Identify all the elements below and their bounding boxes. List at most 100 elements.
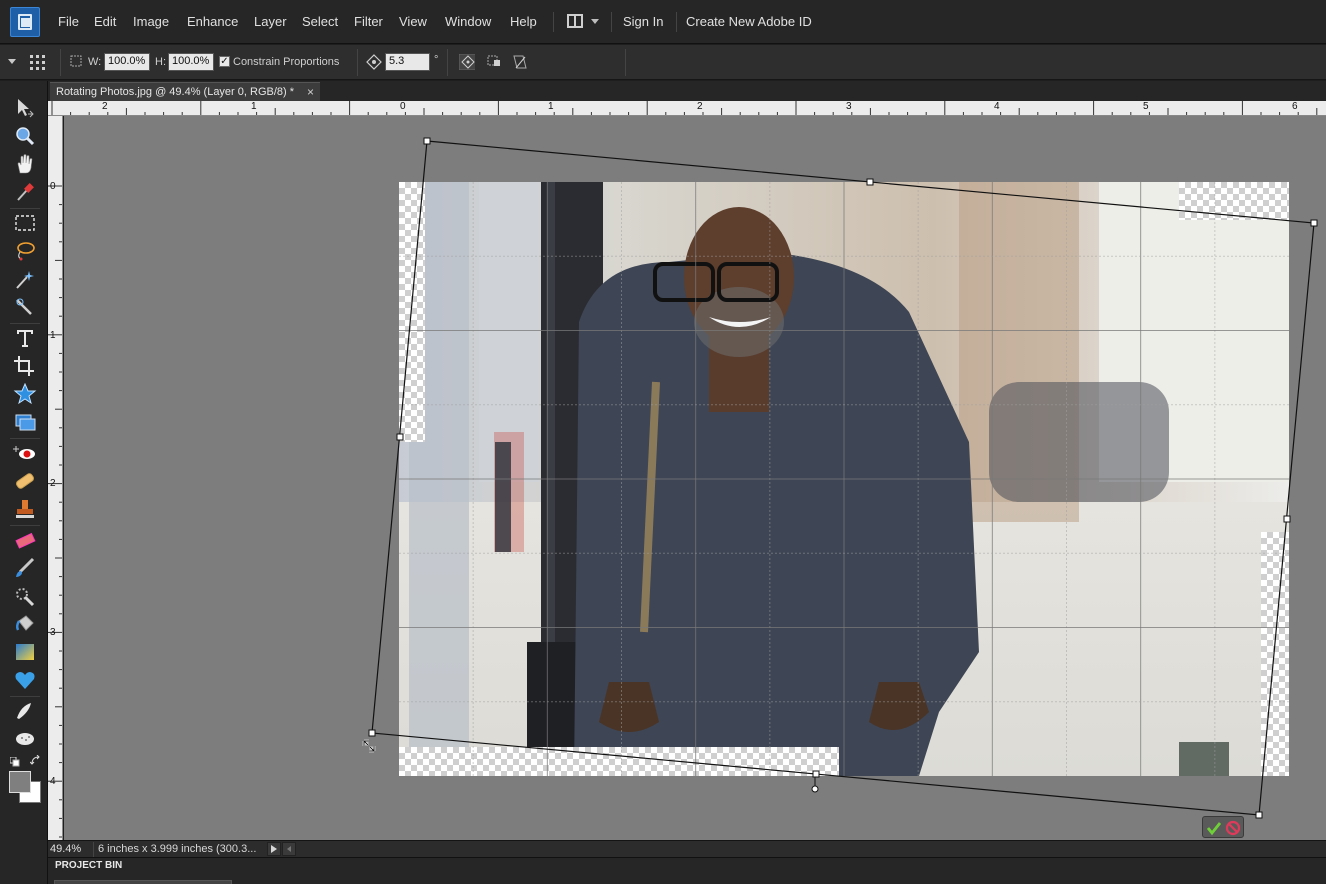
transform-handle-top-left[interactable] — [423, 137, 431, 145]
zoom-tool-icon[interactable] — [13, 125, 37, 147]
menu-edit[interactable]: Edit — [94, 14, 116, 29]
ruler-horizontal: 2 1 0 1 2 3 4 5 6 — [48, 101, 1326, 116]
options-separator — [447, 49, 448, 76]
commit-checkmark-icon[interactable] — [1206, 820, 1222, 836]
rotate-transform-icon[interactable] — [459, 54, 475, 70]
workspace-layout-button[interactable] — [563, 12, 603, 32]
smart-brush-tool-icon[interactable] — [13, 585, 37, 607]
ruler-label: 5 — [1143, 101, 1149, 112]
menu-enhance[interactable]: Enhance — [187, 14, 238, 29]
transform-handle-bottom-left[interactable] — [368, 729, 376, 737]
menu-file[interactable]: File — [58, 14, 79, 29]
magic-wand-tool-icon[interactable] — [13, 268, 37, 290]
rectangular-marquee-tool-icon[interactable] — [13, 212, 37, 234]
menu-view[interactable]: View — [399, 14, 427, 29]
app-logo-icon — [10, 7, 40, 37]
quick-selection-tool-icon[interactable] — [13, 296, 37, 318]
ruler-label: 6 — [1292, 101, 1298, 112]
skew-transform-icon[interactable] — [512, 54, 528, 70]
default-colors-icon[interactable] — [9, 756, 20, 767]
menu-filter[interactable]: Filter — [354, 14, 383, 29]
transform-handle-right[interactable] — [1283, 515, 1291, 523]
options-separator — [60, 49, 61, 76]
hand-tool-icon[interactable] — [13, 153, 37, 175]
height-input[interactable]: 100.0% — [168, 53, 214, 71]
free-transform-overlay[interactable] — [64, 116, 1326, 840]
menu-help[interactable]: Help — [510, 14, 537, 29]
ruler-vertical: 0 1 2 3 4 — [48, 116, 63, 840]
transform-handle-bottom[interactable] — [812, 770, 820, 778]
scale-transform-icon[interactable] — [486, 54, 502, 70]
ruler-label: 2 — [102, 101, 108, 112]
ruler-label: 1 — [50, 330, 56, 341]
toolbox-separator — [10, 525, 40, 526]
transform-handle-top[interactable] — [866, 178, 874, 186]
brush-tool-icon[interactable] — [13, 557, 37, 579]
cancel-icon[interactable] — [1225, 820, 1241, 836]
crop-tool-icon[interactable] — [13, 355, 37, 377]
ruler-label: 1 — [548, 101, 554, 112]
project-bin-label[interactable]: PROJECT BIN — [55, 860, 122, 871]
type-tool-icon[interactable] — [13, 327, 37, 349]
constrain-proportions-checkbox[interactable]: ✓ — [219, 56, 230, 67]
transform-handle-left[interactable] — [396, 433, 404, 441]
ruler-label: 0 — [50, 181, 56, 192]
transform-commit-controls — [1202, 816, 1244, 838]
clone-stamp-tool-icon[interactable] — [13, 498, 37, 520]
options-separator — [357, 49, 358, 76]
blur-tool-icon[interactable] — [13, 700, 37, 722]
toolbox — [0, 81, 48, 884]
paint-bucket-tool-icon[interactable] — [13, 613, 37, 635]
lasso-tool-icon[interactable] — [13, 240, 37, 262]
cookie-cutter-tool-icon[interactable] — [13, 382, 37, 405]
document-tab[interactable]: Rotating Photos.jpg @ 49.4% (Layer 0, RG… — [50, 82, 321, 101]
rotation-angle-input[interactable]: 5.3 — [385, 53, 430, 71]
eyedropper-tool-icon[interactable] — [13, 181, 37, 203]
sign-in-link[interactable]: Sign In — [623, 14, 663, 29]
foreground-color-swatch[interactable] — [9, 771, 31, 793]
status-menu-button[interactable] — [267, 842, 281, 856]
height-label: H: — [155, 56, 166, 68]
ruler-label: 1 — [251, 101, 257, 112]
menu-select[interactable]: Select — [302, 14, 338, 29]
gradient-tool-icon[interactable] — [13, 641, 37, 663]
swap-colors-icon[interactable] — [29, 754, 42, 767]
zoom-level-field[interactable]: 49.4% — [50, 842, 90, 857]
document-size-info: 6 inches x 3.999 inches (300.3... — [98, 843, 257, 855]
create-adobe-id-link[interactable]: Create New Adobe ID — [686, 14, 812, 29]
sponge-tool-icon[interactable] — [13, 728, 37, 750]
ruler-label: 3 — [50, 627, 56, 638]
straighten-tool-icon[interactable] — [13, 411, 37, 433]
menu-separator — [676, 12, 677, 32]
move-tool-icon[interactable] — [13, 97, 37, 119]
eraser-tool-icon[interactable] — [13, 529, 37, 551]
ruler-label: 2 — [50, 478, 56, 489]
scroll-left-button[interactable] — [282, 842, 296, 856]
options-separator — [625, 49, 626, 76]
transform-bounding-box[interactable] — [371, 140, 1315, 816]
menu-window[interactable]: Window — [445, 14, 491, 29]
menu-bar: File Edit Image Enhance Layer Select Fil… — [0, 0, 1326, 44]
document-canvas[interactable] — [64, 116, 1326, 840]
menu-separator — [553, 12, 554, 32]
transform-grid — [399, 182, 1289, 776]
ruler-label: 3 — [846, 101, 852, 112]
menu-image[interactable]: Image — [133, 14, 169, 29]
ruler-label: 0 — [400, 101, 406, 112]
toolbox-separator — [10, 323, 40, 324]
spot-healing-tool-icon[interactable] — [13, 470, 37, 492]
transform-handle-top-right[interactable] — [1310, 219, 1318, 227]
width-input[interactable]: 100.0% — [104, 53, 150, 71]
tool-options-bar: W: 100.0% H: 100.0% ✓ Constrain Proporti… — [0, 45, 1326, 80]
degree-unit-label: ° — [434, 54, 439, 66]
transform-handle-bottom-right[interactable] — [1255, 811, 1263, 819]
chevron-down-icon — [591, 19, 599, 24]
red-eye-tool-icon[interactable] — [13, 442, 37, 464]
tool-preset-dropdown-icon[interactable] — [8, 59, 16, 64]
close-icon[interactable]: × — [307, 85, 314, 99]
rotate-handle[interactable] — [811, 785, 819, 793]
reference-point-grid-icon[interactable] — [28, 53, 48, 73]
menu-layer[interactable]: Layer — [254, 14, 287, 29]
custom-shape-tool-icon[interactable] — [13, 669, 37, 691]
constrain-proportions-label: Constrain Proportions — [233, 56, 340, 68]
